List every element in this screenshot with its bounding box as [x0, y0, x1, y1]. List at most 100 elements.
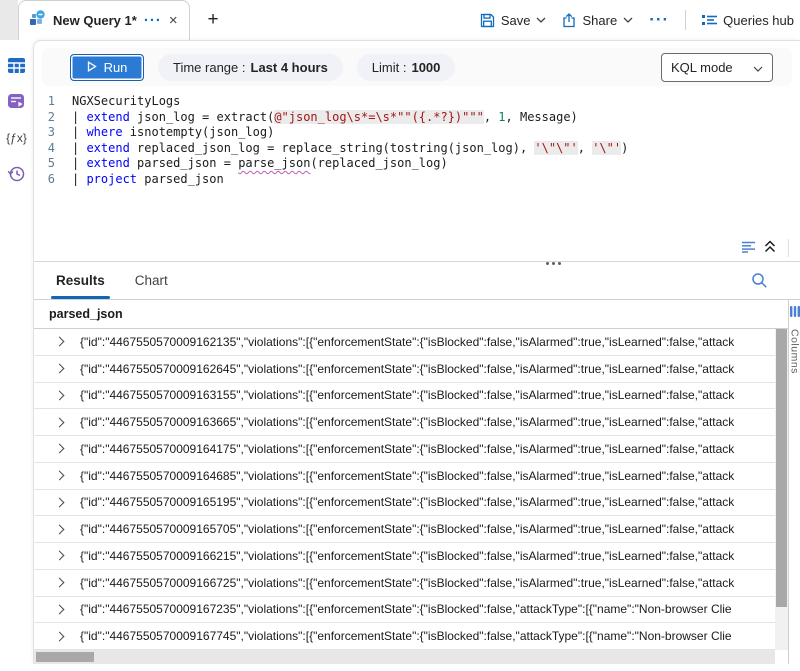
results-rows: {"id":"4467550570009162135","violations"… — [34, 329, 800, 650]
columns-side-panel[interactable]: Columns — [788, 300, 800, 664]
columns-icon — [790, 304, 800, 322]
footer-divider — [788, 239, 789, 257]
table-row[interactable]: {"id":"4467550570009163155","violations"… — [34, 383, 800, 410]
code-line[interactable]: 6| project parsed_json — [34, 172, 800, 188]
save-icon — [480, 13, 495, 28]
code-line[interactable]: 1NGXSecurityLogs — [34, 94, 800, 110]
query-tab[interactable]: New Query 1* ··· × — [18, 0, 190, 40]
code-lines: 1NGXSecurityLogs2| extend json_log = ext… — [34, 94, 800, 187]
collapse-editor-icon[interactable] — [764, 240, 776, 258]
history-icon[interactable] — [7, 164, 26, 183]
query-panel: Run Time range : Last 4 hours Limit : 10… — [33, 40, 800, 664]
table-row[interactable]: {"id":"4467550570009165195","violations"… — [34, 490, 800, 517]
line-number: 1 — [34, 94, 72, 110]
table-row[interactable]: {"id":"4467550570009165705","violations"… — [34, 516, 800, 543]
row-expand-chevron-icon[interactable] — [55, 604, 65, 614]
code-text: | project parsed_json — [72, 172, 224, 188]
code-line[interactable]: 5| extend parsed_json = parse_json(repla… — [34, 156, 800, 172]
row-json-text: {"id":"4467550570009164685","violations"… — [80, 469, 734, 483]
line-number: 4 — [34, 141, 72, 157]
table-row[interactable]: {"id":"4467550570009164175","violations"… — [34, 436, 800, 463]
row-expand-chevron-icon[interactable] — [55, 578, 65, 588]
horizontal-scrollbar-thumb[interactable] — [36, 652, 94, 662]
column-header-row[interactable]: parsed_json — [34, 300, 800, 329]
search-icon[interactable] — [751, 272, 768, 294]
column-header-parsed-json[interactable]: parsed_json — [49, 307, 123, 321]
run-button[interactable]: Run — [70, 54, 144, 81]
queries-hub-button[interactable]: Queries hub — [702, 13, 794, 28]
mode-chevron-down-icon — [753, 60, 763, 75]
row-expand-chevron-icon[interactable] — [55, 444, 65, 454]
table-row[interactable]: {"id":"4467550570009166215","violations"… — [34, 543, 800, 570]
code-line[interactable]: 3| where isnotempty(json_log) — [34, 125, 800, 141]
tab-chart[interactable]: Chart — [135, 262, 168, 299]
tab-more-menu[interactable]: ··· — [144, 16, 162, 26]
tab-results[interactable]: Results — [56, 262, 105, 299]
table-row[interactable]: {"id":"4467550570009162645","violations"… — [34, 356, 800, 383]
table-icon[interactable] — [7, 56, 26, 75]
code-text: | where isnotempty(json_log) — [72, 125, 274, 141]
splitter-handle[interactable] — [546, 262, 561, 265]
row-json-text: {"id":"4467550570009167235","violations"… — [80, 602, 732, 616]
row-json-text: {"id":"4467550570009165195","violations"… — [80, 495, 734, 509]
time-range-picker[interactable]: Time range : Last 4 hours — [158, 54, 343, 81]
row-json-text: {"id":"4467550570009166725","violations"… — [80, 576, 734, 590]
tab-bar: New Query 1* ··· × + Save — [0, 0, 800, 40]
tab-close-icon[interactable]: × — [169, 14, 178, 28]
row-expand-chevron-icon[interactable] — [55, 631, 65, 641]
code-text: | extend parsed_json = parse_json(replac… — [72, 156, 448, 172]
code-line[interactable]: 2| extend json_log = extract(@"json_log\… — [34, 110, 800, 126]
save-chevron-down-icon — [536, 17, 546, 23]
row-json-text: {"id":"4467550570009167745","violations"… — [80, 629, 732, 643]
function-icon[interactable]: {ƒx} — [7, 128, 26, 147]
tab-title: New Query 1* — [53, 13, 137, 28]
share-button[interactable]: Share — [562, 13, 633, 28]
row-expand-chevron-icon[interactable] — [55, 497, 65, 507]
vertical-scrollbar[interactable] — [775, 329, 788, 650]
row-expand-chevron-icon[interactable] — [55, 364, 65, 374]
share-icon — [562, 13, 576, 28]
code-line[interactable]: 4| extend replaced_json_log = replace_st… — [34, 141, 800, 157]
limit-picker[interactable]: Limit : 1000 — [357, 54, 456, 81]
left-icon-rail: {ƒx} — [0, 40, 33, 265]
row-json-text: {"id":"4467550570009164175","violations"… — [80, 442, 734, 456]
left-edge-strip — [0, 0, 18, 40]
results-tabbar: Results Chart — [34, 262, 800, 300]
table-row[interactable]: {"id":"4467550570009164685","violations"… — [34, 463, 800, 490]
line-number: 6 — [34, 172, 72, 188]
more-actions-button[interactable]: ··· — [649, 10, 669, 30]
table-row[interactable]: {"id":"4467550570009162135","violations"… — [34, 329, 800, 356]
row-json-text: {"id":"4467550570009162645","violations"… — [80, 362, 734, 376]
row-expand-chevron-icon[interactable] — [55, 524, 65, 534]
table-row[interactable]: {"id":"4467550570009166725","violations"… — [34, 570, 800, 597]
run-play-icon — [87, 60, 97, 75]
code-text: NGXSecurityLogs — [72, 94, 180, 110]
code-text: | extend replaced_json_log = replace_str… — [72, 141, 628, 157]
row-expand-chevron-icon[interactable] — [55, 471, 65, 481]
results-panel: Results Chart parsed_json {"id":"4467550… — [34, 262, 800, 664]
table-row[interactable]: {"id":"4467550570009167235","violations"… — [34, 597, 800, 624]
row-json-text: {"id":"4467550570009165705","violations"… — [80, 522, 734, 536]
actions-divider — [685, 10, 686, 30]
new-tab-button[interactable]: + — [200, 0, 226, 40]
vertical-scrollbar-thumb[interactable] — [776, 329, 787, 607]
table-row[interactable]: {"id":"4467550570009163665","violations"… — [34, 409, 800, 436]
horizontal-scrollbar[interactable] — [34, 650, 775, 664]
row-expand-chevron-icon[interactable] — [55, 417, 65, 427]
query-editor[interactable]: 1NGXSecurityLogs2| extend json_log = ext… — [34, 94, 800, 238]
row-expand-chevron-icon[interactable] — [55, 337, 65, 347]
row-expand-chevron-icon[interactable] — [55, 390, 65, 400]
line-number: 5 — [34, 156, 72, 172]
saved-queries-icon[interactable] — [7, 92, 26, 111]
row-json-text: {"id":"4467550570009163665","violations"… — [80, 415, 734, 429]
query-mode-dropdown[interactable]: KQL mode — [661, 53, 773, 82]
columns-panel-label: Columns — [789, 329, 800, 374]
row-json-text: {"id":"4467550570009162135","violations"… — [80, 335, 734, 349]
code-text: | extend json_log = extract(@"json_log\s… — [72, 110, 578, 126]
table-row[interactable]: {"id":"4467550570009167745","violations"… — [34, 623, 800, 650]
save-button[interactable]: Save — [480, 13, 547, 28]
format-lines-icon[interactable] — [740, 240, 757, 258]
row-json-text: {"id":"4467550570009166215","violations"… — [80, 549, 734, 563]
row-expand-chevron-icon[interactable] — [55, 551, 65, 561]
query-toolbar: Run Time range : Last 4 hours Limit : 10… — [42, 48, 792, 86]
